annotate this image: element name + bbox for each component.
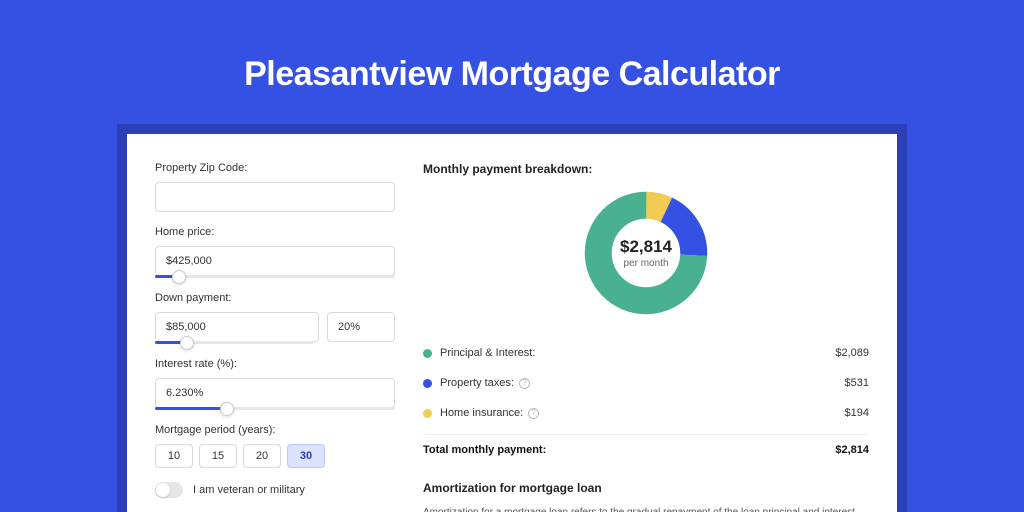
legend-value: $2,089: [835, 347, 869, 359]
legend-label: Home insurance:?: [440, 407, 845, 419]
donut-amount: $2,814: [620, 237, 672, 257]
field-zip: Property Zip Code:: [155, 162, 395, 212]
home-price-label: Home price:: [155, 226, 395, 238]
field-down-payment: Down payment:: [155, 292, 395, 344]
info-icon[interactable]: ?: [519, 378, 530, 389]
down-payment-slider-thumb[interactable]: [180, 336, 194, 350]
field-home-price: Home price:: [155, 226, 395, 278]
interest-label: Interest rate (%):: [155, 358, 395, 370]
period-label: Mortgage period (years):: [155, 424, 395, 436]
down-payment-amount-input[interactable]: [155, 312, 319, 342]
amortization-section: Amortization for mortgage loan Amortizat…: [423, 481, 869, 512]
down-payment-label: Down payment:: [155, 292, 395, 304]
legend-value: $531: [845, 377, 869, 389]
period-option-15[interactable]: 15: [199, 444, 237, 468]
panel-outer: Property Zip Code: Home price: Down paym…: [117, 124, 907, 512]
breakdown-column: Monthly payment breakdown: $2,814 per mo…: [423, 162, 869, 512]
period-option-20[interactable]: 20: [243, 444, 281, 468]
interest-slider-thumb[interactable]: [220, 402, 234, 416]
zip-label: Property Zip Code:: [155, 162, 395, 174]
field-veteran: I am veteran or military: [155, 482, 395, 498]
home-price-slider[interactable]: [155, 275, 395, 278]
page-title: Pleasantview Mortgage Calculator: [0, 55, 1024, 94]
info-icon[interactable]: ?: [528, 408, 539, 419]
donut-sub: per month: [623, 258, 668, 269]
legend-label: Principal & Interest:: [440, 347, 835, 359]
veteran-label: I am veteran or military: [193, 484, 305, 496]
legend-dot-icon: [423, 409, 432, 418]
legend-row-pi: Principal & Interest:$2,089: [423, 338, 869, 368]
page-root: Pleasantview Mortgage Calculator Propert…: [0, 0, 1024, 512]
home-price-slider-thumb[interactable]: [172, 270, 186, 284]
form-column: Property Zip Code: Home price: Down paym…: [155, 162, 395, 512]
legend-total-label: Total monthly payment:: [423, 444, 835, 456]
breakdown-title: Monthly payment breakdown:: [423, 162, 869, 176]
down-payment-percent-input[interactable]: [327, 312, 395, 342]
period-option-30[interactable]: 30: [287, 444, 325, 468]
donut-chart-wrap: $2,814 per month: [423, 190, 869, 316]
home-price-input[interactable]: [155, 246, 395, 276]
donut-center: $2,814 per month: [583, 190, 709, 316]
legend-row-ins: Home insurance:?$194: [423, 398, 869, 428]
calculator-panel: Property Zip Code: Home price: Down paym…: [127, 134, 897, 512]
down-payment-slider[interactable]: [155, 341, 313, 344]
interest-input[interactable]: [155, 378, 395, 408]
legend: Principal & Interest:$2,089Property taxe…: [423, 338, 869, 435]
legend-total-value: $2,814: [835, 444, 869, 456]
legend-label: Property taxes:?: [440, 377, 845, 389]
zip-input[interactable]: [155, 182, 395, 212]
legend-dot-icon: [423, 349, 432, 358]
veteran-toggle-knob: [156, 483, 170, 497]
veteran-toggle[interactable]: [155, 482, 183, 498]
amortization-text: Amortization for a mortgage loan refers …: [423, 505, 869, 512]
amortization-title: Amortization for mortgage loan: [423, 481, 869, 495]
period-option-10[interactable]: 10: [155, 444, 193, 468]
legend-value: $194: [845, 407, 869, 419]
field-interest: Interest rate (%):: [155, 358, 395, 410]
legend-dot-icon: [423, 379, 432, 388]
interest-slider[interactable]: [155, 407, 395, 410]
field-period: Mortgage period (years): 10152030: [155, 424, 395, 468]
legend-row-tax: Property taxes:?$531: [423, 368, 869, 398]
donut-chart: $2,814 per month: [583, 190, 709, 316]
legend-total-row: Total monthly payment: $2,814: [423, 435, 869, 465]
